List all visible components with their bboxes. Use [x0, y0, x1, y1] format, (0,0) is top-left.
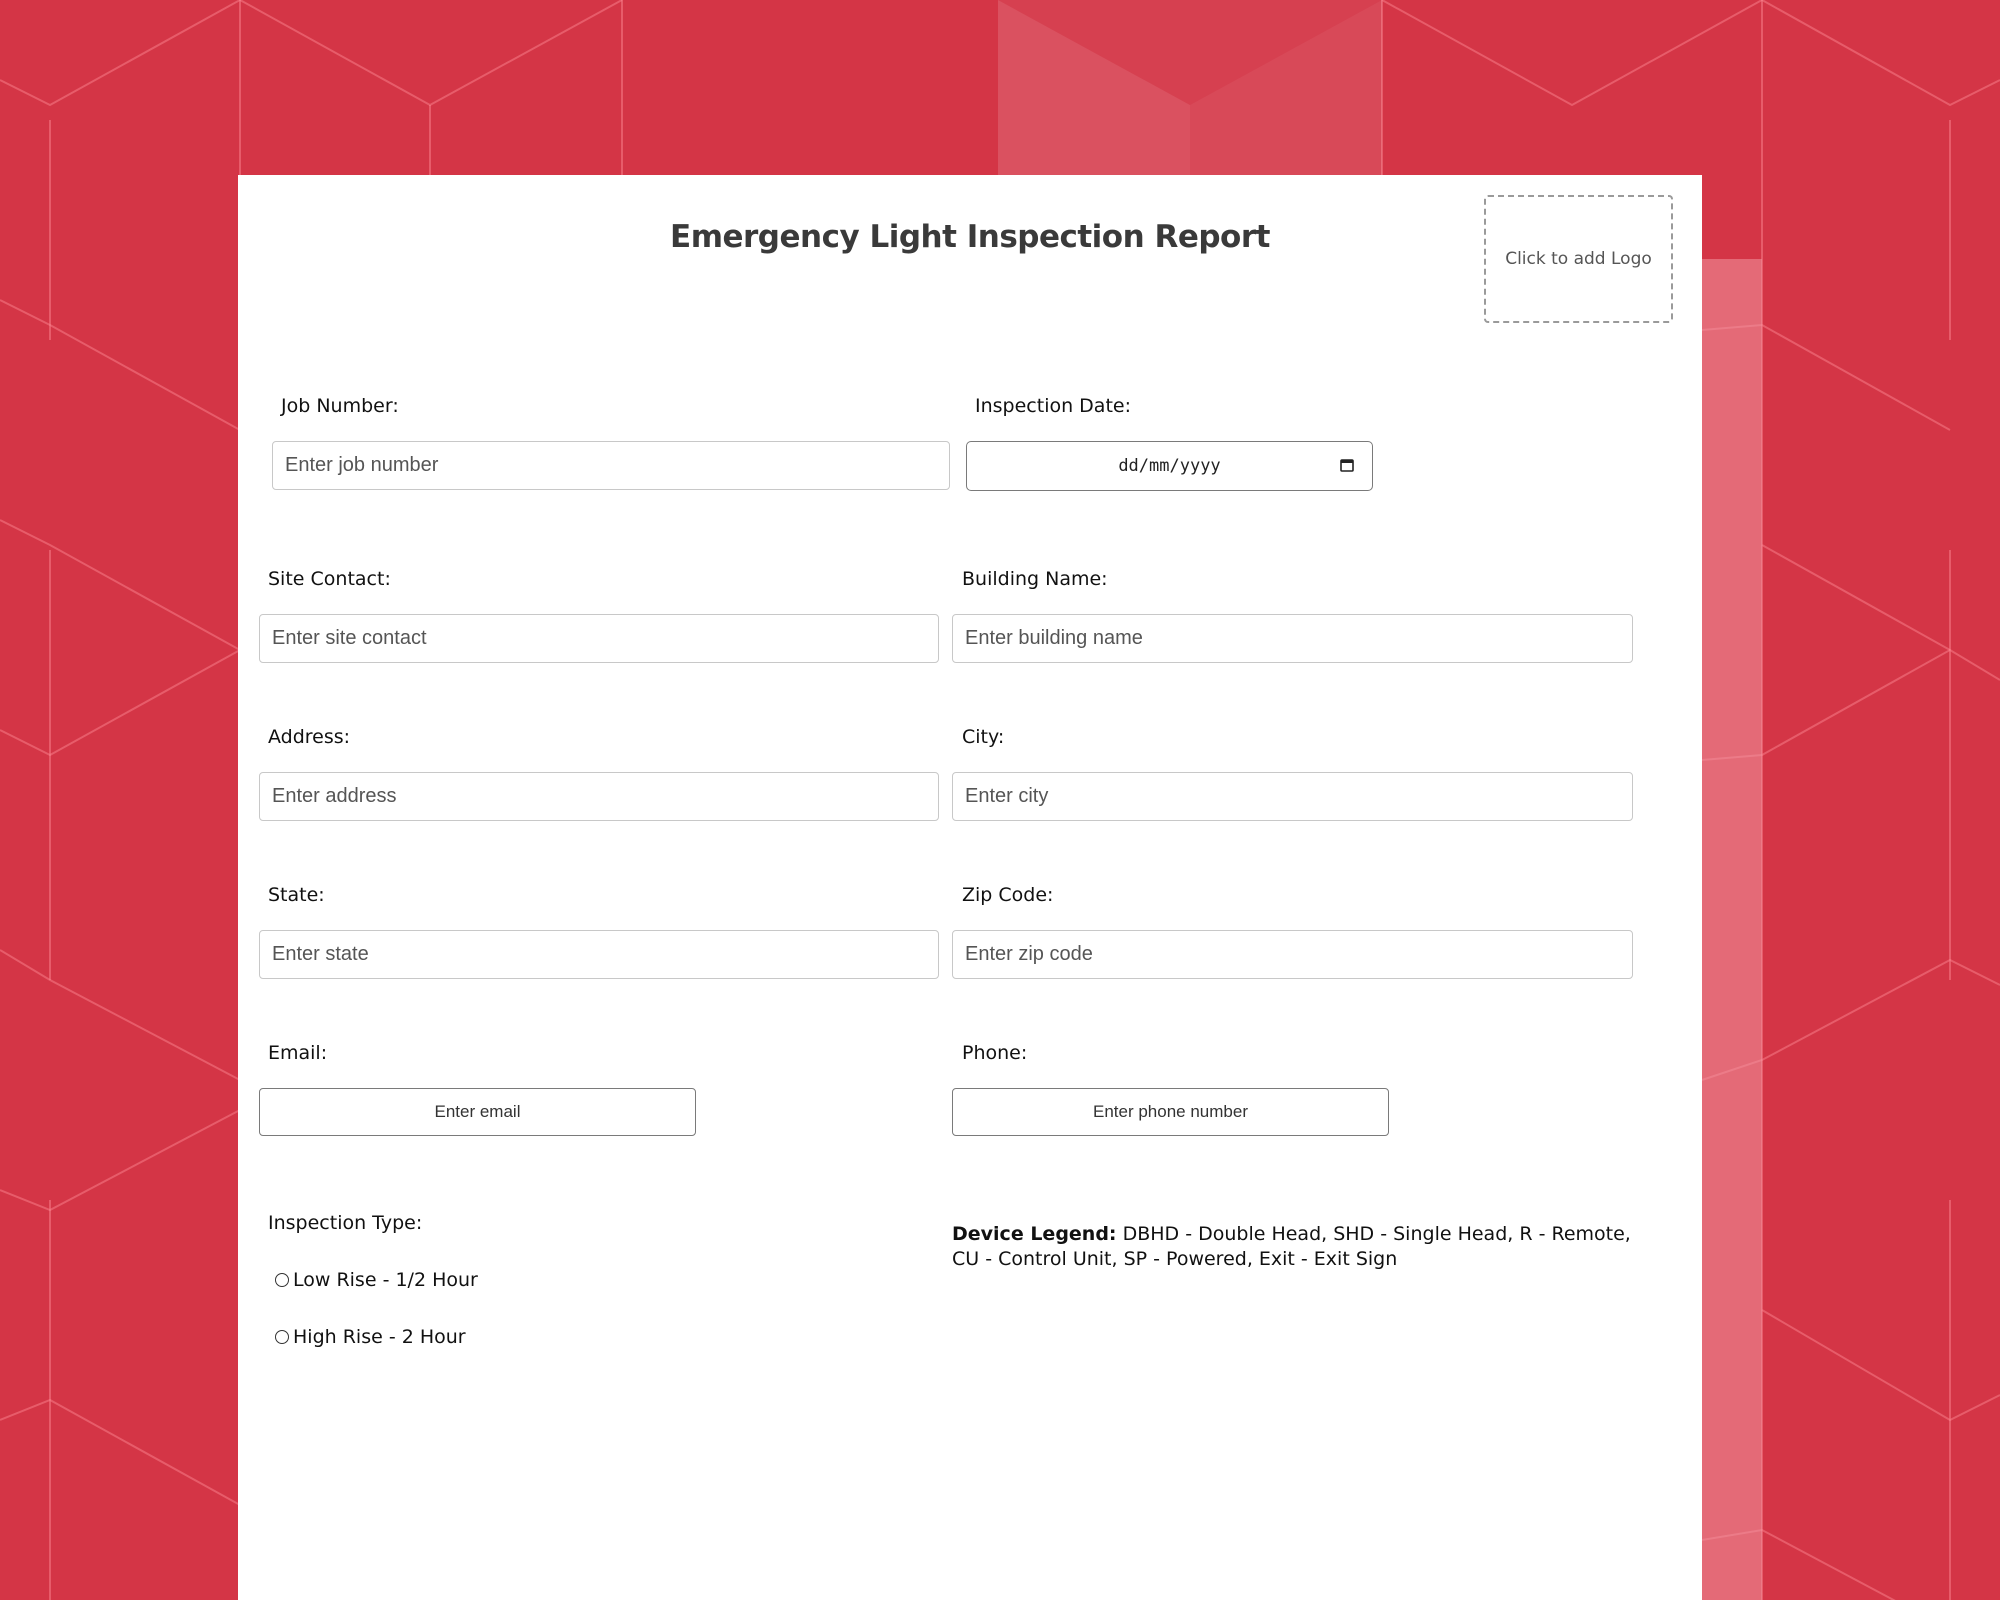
- low-rise-radio[interactable]: [275, 1273, 289, 1287]
- inspection-type-option-high-rise[interactable]: High Rise - 2 Hour: [275, 1326, 466, 1348]
- inspection-type-option-low-rise[interactable]: Low Rise - 1/2 Hour: [275, 1269, 478, 1291]
- inspection-date-label: Inspection Date:: [975, 395, 1131, 417]
- inspection-report-form: Emergency Light Inspection Report Click …: [238, 175, 1702, 1600]
- high-rise-label: High Rise - 2 Hour: [293, 1326, 466, 1348]
- device-legend: Device Legend: DBHD - Double Head, SHD -…: [952, 1222, 1642, 1272]
- state-label: State:: [268, 884, 325, 906]
- add-logo-label: Click to add Logo: [1505, 249, 1652, 269]
- zip-code-input[interactable]: Enter zip code: [952, 930, 1633, 979]
- state-placeholder: Enter state: [272, 943, 369, 965]
- email-placeholder: Enter email: [434, 1102, 521, 1121]
- inspection-date-placeholder: dd/mm/yyyy: [1118, 456, 1221, 476]
- email-label: Email:: [268, 1042, 328, 1064]
- address-placeholder: Enter address: [272, 785, 397, 807]
- site-contact-placeholder: Enter site contact: [272, 627, 427, 649]
- building-name-label: Building Name:: [962, 568, 1108, 590]
- phone-input[interactable]: Enter phone number: [952, 1088, 1389, 1136]
- inspection-date-input[interactable]: dd/mm/yyyy: [966, 441, 1373, 491]
- city-input[interactable]: Enter city: [952, 772, 1633, 821]
- site-contact-label: Site Contact:: [268, 568, 391, 590]
- phone-label: Phone:: [962, 1042, 1028, 1064]
- state-input[interactable]: Enter state: [259, 930, 939, 979]
- address-input[interactable]: Enter address: [259, 772, 939, 821]
- phone-placeholder: Enter phone number: [1093, 1102, 1248, 1121]
- city-placeholder: Enter city: [965, 785, 1049, 807]
- zip-code-label: Zip Code:: [962, 884, 1054, 906]
- city-label: City:: [962, 726, 1005, 748]
- job-number-input[interactable]: Enter job number: [272, 441, 950, 490]
- background-side-panel: [1702, 259, 1762, 1600]
- building-name-placeholder: Enter building name: [965, 627, 1143, 649]
- email-input[interactable]: Enter email: [259, 1088, 696, 1136]
- page-title: Emergency Light Inspection Report: [670, 219, 1270, 255]
- high-rise-radio[interactable]: [275, 1330, 289, 1344]
- zip-code-placeholder: Enter zip code: [965, 943, 1093, 965]
- building-name-input[interactable]: Enter building name: [952, 614, 1633, 663]
- add-logo-button[interactable]: Click to add Logo: [1484, 195, 1673, 323]
- calendar-icon[interactable]: [1340, 458, 1354, 472]
- device-legend-heading: Device Legend:: [952, 1223, 1117, 1245]
- site-contact-input[interactable]: Enter site contact: [259, 614, 939, 663]
- job-number-placeholder: Enter job number: [285, 454, 439, 476]
- job-number-label: Job Number:: [281, 395, 399, 417]
- inspection-type-label: Inspection Type:: [268, 1212, 423, 1234]
- address-label: Address:: [268, 726, 351, 748]
- low-rise-label: Low Rise - 1/2 Hour: [293, 1269, 478, 1291]
- background-hexagon-highlight: [998, 0, 1382, 175]
